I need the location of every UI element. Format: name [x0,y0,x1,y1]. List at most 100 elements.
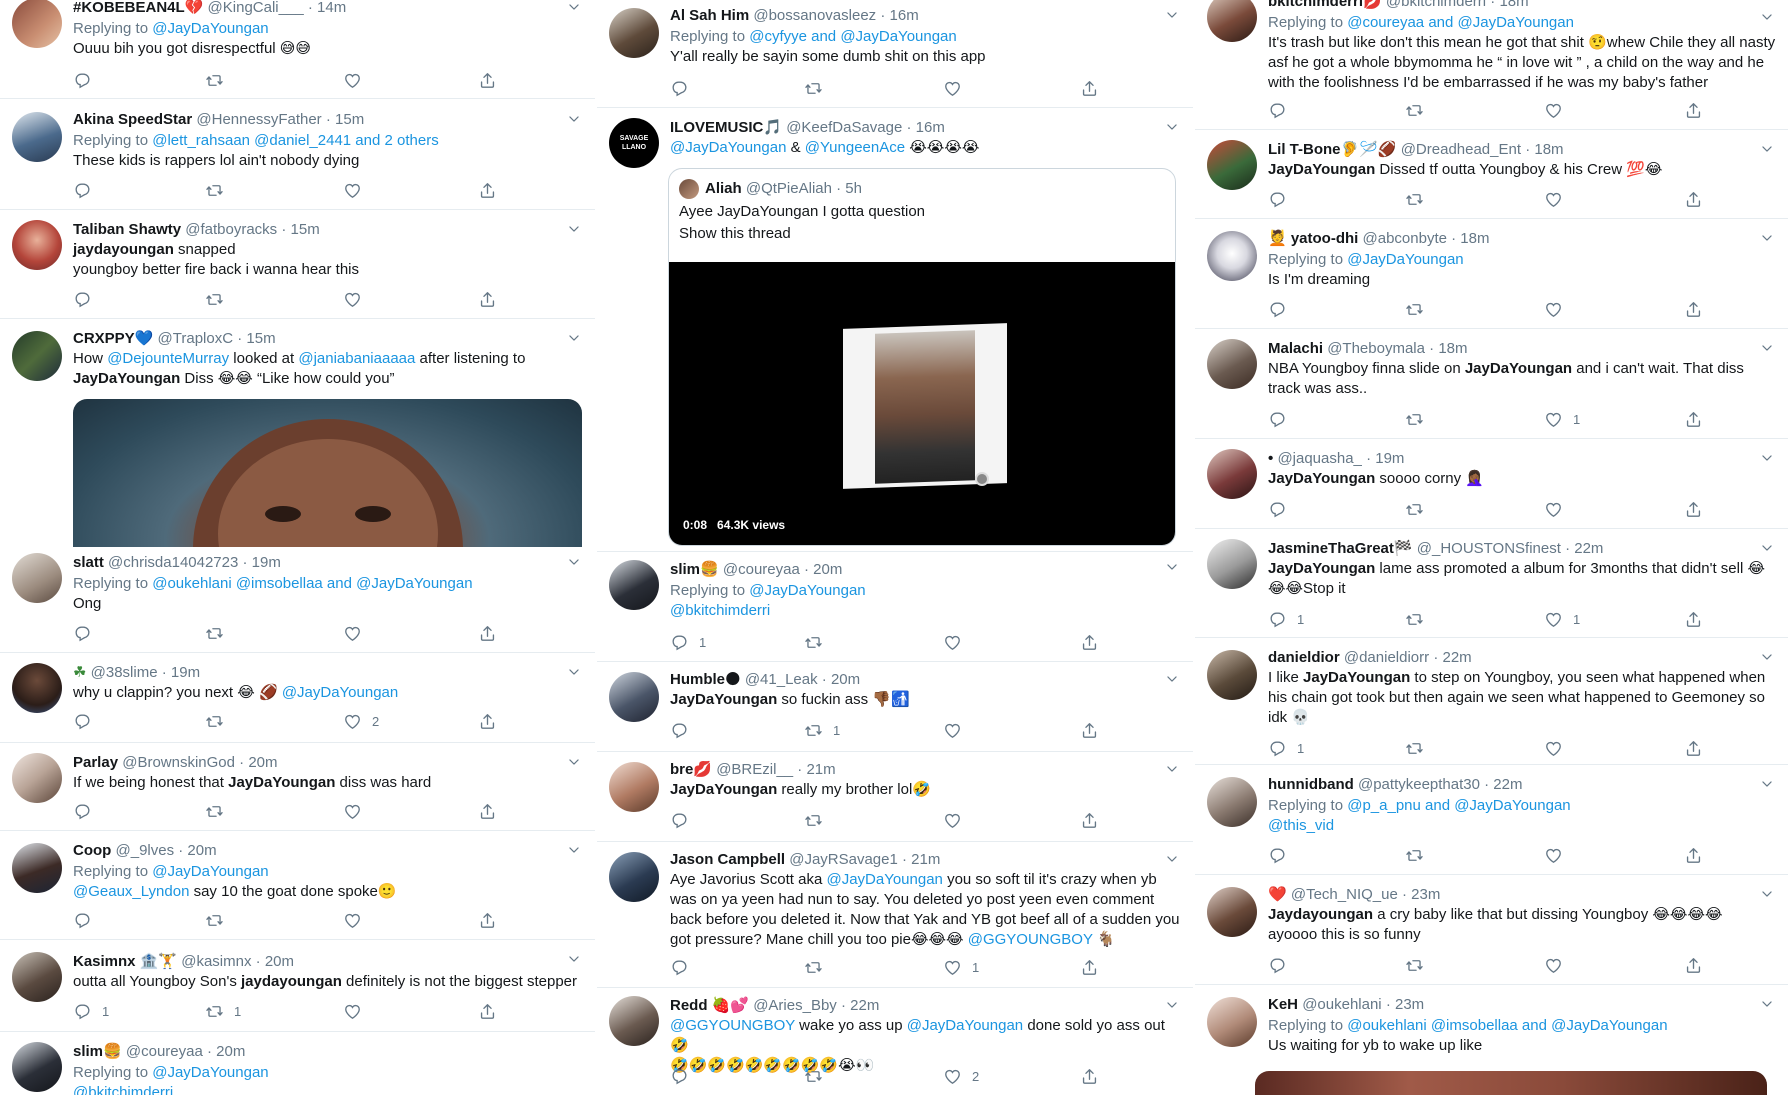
like-icon[interactable] [1544,101,1563,120]
tweet[interactable]: Malachi @Theboymala · 18m NBA Youngboy f… [1195,329,1788,439]
tweet[interactable]: Taliban Shawty @fatboyracks · 15m jayday… [0,210,595,319]
reply-icon[interactable] [1268,500,1287,519]
reply-icon[interactable] [1268,101,1287,120]
tweet-image[interactable] [1255,1071,1767,1095]
like-icon[interactable] [343,71,362,90]
timestamp[interactable]: · 19m [243,554,281,571]
handle[interactable]: @41_Leak [745,671,818,688]
chevron-down-icon[interactable] [1760,777,1774,791]
display-name[interactable]: slim🍔 [670,561,719,578]
share-icon[interactable] [1684,846,1703,865]
tweet[interactable]: Parlay @BrownskinGod · 20m If we being h… [0,743,595,831]
timestamp[interactable]: · 21m [797,761,835,778]
handle[interactable]: @jaquasha_ [1277,450,1361,467]
handle[interactable]: @kasimnx [181,953,251,970]
display-name[interactable]: danieldior [1268,649,1340,666]
avatar[interactable] [1207,997,1257,1047]
retweet-icon[interactable] [205,290,224,309]
chevron-down-icon[interactable] [1760,541,1774,555]
timestamp[interactable]: · 15m [237,330,275,347]
retweet-icon[interactable] [1405,956,1424,975]
share-icon[interactable] [1080,1067,1099,1086]
handle[interactable]: @coureyaa [723,561,800,578]
chevron-down-icon[interactable] [1760,341,1774,355]
reply-icon[interactable] [670,958,689,977]
timestamp[interactable]: · 18m [1490,0,1528,10]
mention-link[interactable]: @coureyaa and @JayDaYoungan [1347,14,1574,31]
handle[interactable]: @bkitchimderri [1386,0,1486,10]
avatar[interactable] [609,762,659,812]
like-icon[interactable] [343,1002,362,1021]
timestamp[interactable]: · 23m [1402,886,1440,903]
display-name[interactable]: 💆 yatoo-dhi [1268,230,1358,247]
tweet[interactable]: Lil T-Bone🦻🪡🏈 @Dreadhead_Ent · 18m JayDa… [1195,130,1788,219]
tweet[interactable]: #KOBEBEAN4L💔 @KingCali___ · 14m Replying… [0,0,595,99]
share-icon[interactable] [1684,610,1703,629]
like-icon[interactable] [343,802,362,821]
avatar[interactable] [12,220,62,270]
display-name[interactable]: Al Sah Him [670,7,749,24]
mention-link[interactable]: @Geaux_Lyndon [73,883,189,900]
share-icon[interactable] [478,1002,497,1021]
avatar[interactable] [12,663,62,713]
display-name[interactable]: hunnidband [1268,776,1354,793]
display-name[interactable]: bkitchimderri💋 [1268,0,1382,10]
tweet[interactable]: bkitchimderri💋 @bkitchimderri · 18m Repl… [1195,0,1788,130]
share-icon[interactable] [478,802,497,821]
timestamp[interactable]: · 22m [1484,776,1522,793]
display-name[interactable]: Aliah [705,180,742,197]
tweet[interactable]: Al Sah Him @bossanovasleez · 16m Replyin… [597,0,1193,108]
chevron-down-icon[interactable] [1165,998,1179,1012]
chevron-down-icon[interactable] [1760,451,1774,465]
reply-icon[interactable] [1268,739,1287,758]
video-player[interactable]: 0:08 64.3K views [669,262,1175,545]
avatar[interactable] [1207,140,1257,190]
retweet-icon[interactable] [1405,300,1424,319]
timestamp[interactable]: · 22m [1433,649,1471,666]
timestamp[interactable]: · 19m [1366,450,1404,467]
reply-icon[interactable] [1268,190,1287,209]
display-name[interactable]: CRXPPY💙 [73,330,153,347]
retweet-icon[interactable] [205,712,224,731]
quoted-tweet[interactable]: Aliah @QtPieAliah · 5h Ayee JayDaYoungan… [668,168,1176,546]
mention-link[interactable]: @JayDaYoungan [907,1017,1023,1034]
reply-icon[interactable] [1268,610,1287,629]
reply-icon[interactable] [670,721,689,740]
retweet-icon[interactable] [1405,846,1424,865]
mention-link[interactable]: @janiabaniaaaaa [298,350,415,367]
mention-link[interactable]: @JayDaYoungan [152,1064,268,1081]
share-icon[interactable] [1684,500,1703,519]
reply-icon[interactable] [670,633,689,652]
tweet-image[interactable] [73,399,582,547]
tweet[interactable]: slim🍔 @coureyaa · 20m Replying to @JayDa… [0,1032,595,1095]
avatar[interactable] [679,179,699,199]
retweet-icon[interactable] [1405,500,1424,519]
avatar[interactable] [1207,539,1257,589]
tweet[interactable]: SAVAGE LLANO ILOVEMUSIC🎵 @KeefDaSavage ·… [597,108,1193,552]
timestamp[interactable]: · 16m [907,119,945,136]
avatar[interactable] [1207,887,1257,937]
like-icon[interactable] [343,712,362,731]
share-icon[interactable] [1684,300,1703,319]
handle[interactable]: @BrownskinGod [122,754,235,771]
handle[interactable]: @fatboyracks [185,221,277,238]
timestamp[interactable]: · 16m [880,7,918,24]
mention-link[interactable]: @JayDaYoungan [749,582,865,599]
mention-link[interactable]: @bkitchimderri [670,602,770,619]
reply-icon[interactable] [670,811,689,830]
timestamp[interactable]: · 15m [281,221,319,238]
share-icon[interactable] [1080,721,1099,740]
share-icon[interactable] [1684,190,1703,209]
display-name[interactable]: • [1268,450,1273,467]
avatar[interactable] [12,331,62,381]
avatar[interactable] [609,8,659,58]
handle[interactable]: @danieldiorr [1344,649,1429,666]
handle[interactable]: @pattykeepthat30 [1358,776,1480,793]
timestamp[interactable]: · 21m [902,851,940,868]
mention-link[interactable]: @oukehlani @imsobellaa and @JayDaYoungan [152,575,472,592]
chevron-down-icon[interactable] [567,222,581,236]
like-icon[interactable] [943,1067,962,1086]
handle[interactable]: @oukehlani [1302,996,1381,1013]
tweet[interactable]: slim🍔 @coureyaa · 20m Replying to @JayDa… [597,552,1193,662]
retweet-icon[interactable] [1405,101,1424,120]
